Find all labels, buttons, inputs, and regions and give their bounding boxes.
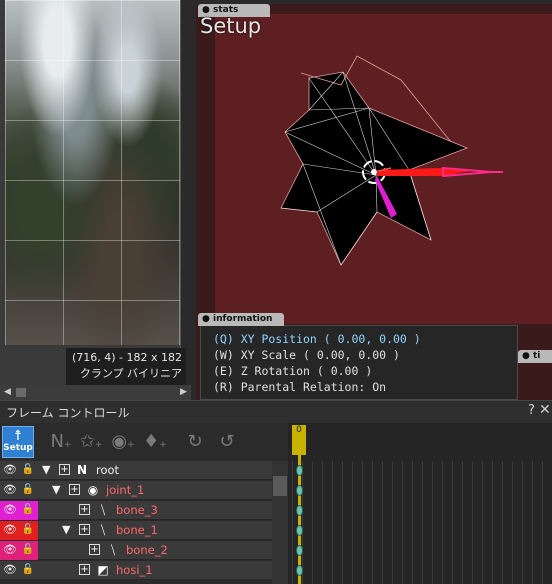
plus-box-icon[interactable]: + — [79, 564, 90, 575]
texture-horizontal-scrollbar[interactable]: ◀ ▶ — [0, 385, 191, 400]
information-panel: (Q) XY Position ( 0.00, 0.00 ) (W) XY Sc… — [200, 325, 518, 400]
texture-sampling-mode: クランプ バイリニア — [79, 367, 182, 380]
visibility-eye-icon[interactable]: 👁 — [3, 523, 17, 537]
null-node-icon: N — [76, 463, 88, 477]
xy-scale-line[interactable]: (W) XY Scale ( 0.00, 0.00 ) — [213, 348, 400, 362]
plus-box-icon[interactable]: + — [89, 544, 100, 555]
plus-box-icon[interactable]: + — [59, 464, 70, 475]
plus-box-icon[interactable]: + — [79, 524, 90, 535]
help-icon[interactable]: ? — [528, 403, 535, 418]
keyframe-bone_1[interactable] — [296, 525, 303, 536]
star-shape-icon: ◩ — [97, 563, 109, 577]
layer-row-hosi_1[interactable]: 👁 🔓 + ◩ hosi_1 — [0, 561, 272, 580]
person-icon: ☨ — [14, 428, 22, 444]
keyframe-root[interactable] — [296, 465, 303, 476]
rotate-a-icon[interactable]: ↻ — [180, 427, 210, 457]
setup-button-label: Setup — [3, 443, 33, 453]
new-joint-icon[interactable]: ◉+ — [108, 427, 138, 457]
lock-icon[interactable]: 🔓 — [21, 543, 35, 557]
texture-info-caption: (716, 4) - 182 x 182 クランプ バイリニア — [66, 348, 186, 386]
expand-triangle-icon[interactable]: ▼ — [52, 483, 60, 496]
layer-name: root — [96, 463, 120, 477]
scroll-thumb[interactable] — [273, 476, 287, 496]
bone-node-icon: ⧹ — [100, 523, 106, 537]
bone-node-icon: ⧹ — [110, 543, 116, 557]
expand-triangle-icon[interactable]: ▼ — [62, 523, 70, 536]
information-tab-label: information — [213, 314, 273, 324]
layer-row-root[interactable]: 👁 🔓 ▼ + N root — [0, 461, 272, 480]
layer-row-bone_2[interactable]: 👁 🔓 + ⧹ bone_2 — [0, 541, 272, 560]
timeline-grid[interactable] — [292, 461, 552, 584]
current-frame-indicator[interactable]: 0 — [292, 425, 306, 455]
frame-control-title: フレーム コントロール — [6, 406, 130, 420]
xy-position-line[interactable]: (Q) XY Position ( 0.00, 0.00 ) — [213, 332, 421, 346]
expand-triangle-icon[interactable]: ▼ — [42, 463, 50, 476]
new-null-icon[interactable]: N+ — [46, 427, 76, 457]
texture-grid — [5, 0, 180, 345]
layer-name: bone_2 — [126, 543, 168, 557]
keyframe-joint_1[interactable] — [296, 485, 303, 496]
setup-mode-button[interactable]: ☨ Setup — [2, 426, 34, 458]
layer-row-bone_1[interactable]: 👁 🔓 ▼ + ⧹ bone_1 — [0, 521, 272, 540]
stage-canvas[interactable] — [191, 0, 552, 325]
plus-box-icon[interactable]: + — [69, 484, 80, 495]
layer-name: joint_1 — [106, 483, 145, 497]
lock-icon[interactable]: 🔓 — [21, 503, 35, 517]
keyframe-bone_2[interactable] — [296, 545, 303, 556]
new-bone-icon[interactable]: ♦+ — [140, 427, 170, 457]
parental-relation-line[interactable]: (R) Parental Relation: On — [213, 380, 386, 394]
keyframe-hosi_1[interactable] — [296, 565, 303, 576]
visibility-eye-icon[interactable]: 👁 — [3, 543, 17, 557]
visibility-eye-icon[interactable]: 👁 — [3, 503, 17, 517]
visibility-eye-icon[interactable]: 👁 — [3, 483, 17, 497]
lock-icon[interactable]: 🔓 — [21, 563, 35, 577]
new-star-icon[interactable]: ✩+ — [76, 427, 106, 457]
plus-box-icon[interactable]: + — [79, 504, 90, 515]
bone-node-icon: ⧹ — [100, 503, 106, 517]
reload-a-icon[interactable]: ↺ — [212, 427, 242, 457]
lock-icon[interactable]: 🔓 — [21, 463, 35, 477]
visibility-eye-icon[interactable]: 👁 — [3, 563, 17, 577]
texture-coords: (716, 4) - 182 x 182 — [71, 351, 182, 364]
joint-node-icon: ◉ — [87, 483, 99, 497]
layer-list-scrollbar[interactable] — [272, 461, 288, 584]
layer-row-bone_3[interactable]: 👁 🔓 + ⧹ bone_3 — [0, 501, 272, 520]
mode-title: Setup — [200, 14, 262, 38]
z-rotation-line[interactable]: (E) Z Rotation ( 0.00 ) — [213, 364, 372, 378]
lock-icon[interactable]: 🔓 — [21, 523, 35, 537]
keyframe-bone_3[interactable] — [296, 505, 303, 516]
visibility-eye-icon[interactable]: 👁 — [3, 463, 17, 477]
scroll-left-icon[interactable]: ◀ — [4, 387, 11, 397]
layer-row-joint_1[interactable]: 👁 🔓 ▼ + ◉ joint_1 — [0, 481, 272, 500]
layer-name: bone_3 — [116, 503, 158, 517]
scroll-right-icon[interactable]: ▶ — [180, 387, 187, 397]
layer-name: bone_1 — [116, 523, 158, 537]
timeline-tab-label: ti — [533, 351, 541, 361]
scroll-thumb[interactable] — [16, 388, 26, 397]
layer-name: hosi_1 — [116, 563, 153, 577]
timeline-tab[interactable]: ● ti — [518, 350, 552, 363]
close-icon[interactable]: ✕ — [539, 402, 551, 418]
information-tab[interactable]: ● information — [198, 313, 284, 326]
lock-icon[interactable]: 🔓 — [21, 483, 35, 497]
